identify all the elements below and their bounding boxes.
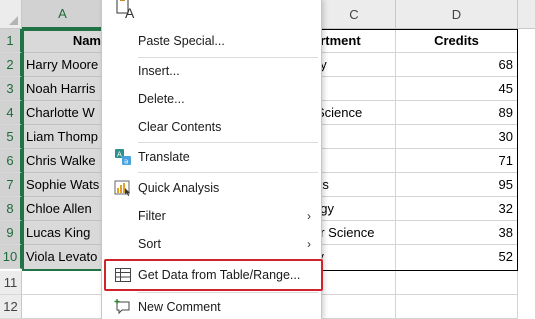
menu-item-label: New Comment (138, 300, 221, 314)
table-cell-department[interactable]: ry (313, 245, 396, 271)
table-cell-department[interactable]: ogy (313, 197, 396, 221)
row-header[interactable]: 7 (0, 173, 22, 197)
menu-item-label: Sort (138, 237, 161, 251)
new-comment-icon (114, 298, 132, 316)
menu-item-clear-contents[interactable]: Clear Contents (102, 114, 321, 140)
context-menu: A Paste Special... Insert... Delete... C… (101, 0, 322, 319)
table-cell-name[interactable]: Sophie Wats (22, 173, 104, 197)
table-cell-credits[interactable]: 38 (396, 221, 518, 245)
column-header-a[interactable]: A (22, 0, 104, 29)
row-header[interactable]: 6 (0, 149, 22, 173)
column-header-c[interactable]: C (313, 0, 396, 29)
row-header[interactable]: 10 (0, 245, 22, 269)
paste-values-icon[interactable]: A (116, 0, 134, 22)
table-cell-credits[interactable]: 30 (396, 125, 518, 149)
table-header-credits[interactable]: Credits (396, 29, 518, 53)
menu-item-translate[interactable]: A a Translate (102, 144, 321, 170)
empty-cell[interactable] (313, 271, 396, 295)
table-cell-department[interactable]: ics (313, 173, 396, 197)
table-cell-name[interactable]: Charlotte W (22, 101, 104, 125)
table-cell-name[interactable]: Viola Levato (22, 245, 104, 271)
row-header[interactable]: 12 (0, 295, 22, 319)
quick-analysis-icon (114, 179, 132, 197)
empty-cell[interactable] (22, 271, 104, 295)
menu-item-label: Get Data from Table/Range... (138, 268, 301, 282)
table-cell-credits[interactable]: 52 (396, 245, 518, 271)
row-header[interactable]: 1 (0, 29, 22, 53)
menu-item-get-data-from-table-range[interactable]: Get Data from Table/Range... (102, 262, 321, 288)
chevron-right-icon: › (307, 209, 311, 223)
row-header[interactable]: 2 (0, 53, 22, 77)
empty-cell[interactable] (313, 295, 396, 319)
menu-item-paste-special[interactable]: Paste Special... (102, 28, 321, 54)
empty-cell[interactable] (22, 295, 104, 319)
row-header[interactable]: 11 (0, 271, 22, 295)
translate-icon: A a (114, 148, 132, 166)
empty-cell[interactable] (396, 295, 518, 319)
table-header-name[interactable]: Nam (22, 29, 104, 53)
table-header-department[interactable]: artment (313, 29, 396, 53)
row-header[interactable]: 3 (0, 77, 22, 101)
table-cell-credits[interactable]: 89 (396, 101, 518, 125)
row-header[interactable]: 9 (0, 221, 22, 245)
menu-item-label: Quick Analysis (138, 181, 220, 195)
select-all-corner[interactable] (0, 0, 22, 29)
empty-cell[interactable] (518, 29, 535, 319)
column-header-e[interactable] (518, 0, 535, 29)
menu-item-label: Clear Contents (138, 120, 222, 134)
table-cell-department[interactable]: gy (313, 53, 396, 77)
menu-item-label: Delete... (138, 92, 185, 106)
table-cell-credits[interactable]: 45 (396, 77, 518, 101)
column-header-d[interactable]: D (396, 0, 518, 29)
menu-item-quick-analysis[interactable]: Quick Analysis (102, 175, 321, 201)
table-cell-name[interactable]: Chloe Allen (22, 197, 104, 221)
table-cell-department[interactable] (313, 125, 396, 149)
empty-cell[interactable] (396, 271, 518, 295)
paste-values-letter: A (125, 5, 135, 21)
menu-item-insert[interactable]: Insert... (102, 58, 321, 84)
menu-item-label: Insert... (138, 64, 180, 78)
table-cell-name[interactable]: Chris Walke (22, 149, 104, 173)
row-header[interactable]: 5 (0, 125, 22, 149)
svg-text:a: a (124, 158, 128, 166)
table-cell-department[interactable]: er Science (313, 221, 396, 245)
table-cell-department[interactable] (313, 149, 396, 173)
menu-item-filter[interactable]: Filter › (102, 203, 321, 229)
menu-item-label: Paste Special... (138, 34, 225, 48)
table-cell-name[interactable]: Liam Thomp (22, 125, 104, 149)
table-cell-name[interactable]: Harry Moore (22, 53, 104, 77)
svg-text:A: A (117, 151, 122, 159)
menu-separator (138, 292, 318, 293)
table-cell-name[interactable]: Lucas King (22, 221, 104, 245)
table-cell-credits[interactable]: 95 (396, 173, 518, 197)
table-cell-department[interactable]: Science (313, 101, 396, 125)
row-header[interactable]: 8 (0, 197, 22, 221)
table-cell-department[interactable] (313, 77, 396, 101)
table-icon (114, 266, 132, 284)
table-cell-credits[interactable]: 68 (396, 53, 518, 77)
menu-item-label: Filter (138, 209, 166, 223)
table-cell-name[interactable]: Noah Harris (22, 77, 104, 101)
table-cell-credits[interactable]: 71 (396, 149, 518, 173)
menu-separator (138, 142, 318, 143)
menu-separator (138, 172, 318, 173)
menu-item-sort[interactable]: Sort › (102, 231, 321, 257)
menu-item-new-comment[interactable]: New Comment (102, 294, 321, 319)
chevron-right-icon: › (307, 237, 311, 251)
menu-item-delete[interactable]: Delete... (102, 86, 321, 112)
table-cell-credits[interactable]: 32 (396, 197, 518, 221)
row-header[interactable]: 4 (0, 101, 22, 125)
menu-item-label: Translate (138, 150, 190, 164)
